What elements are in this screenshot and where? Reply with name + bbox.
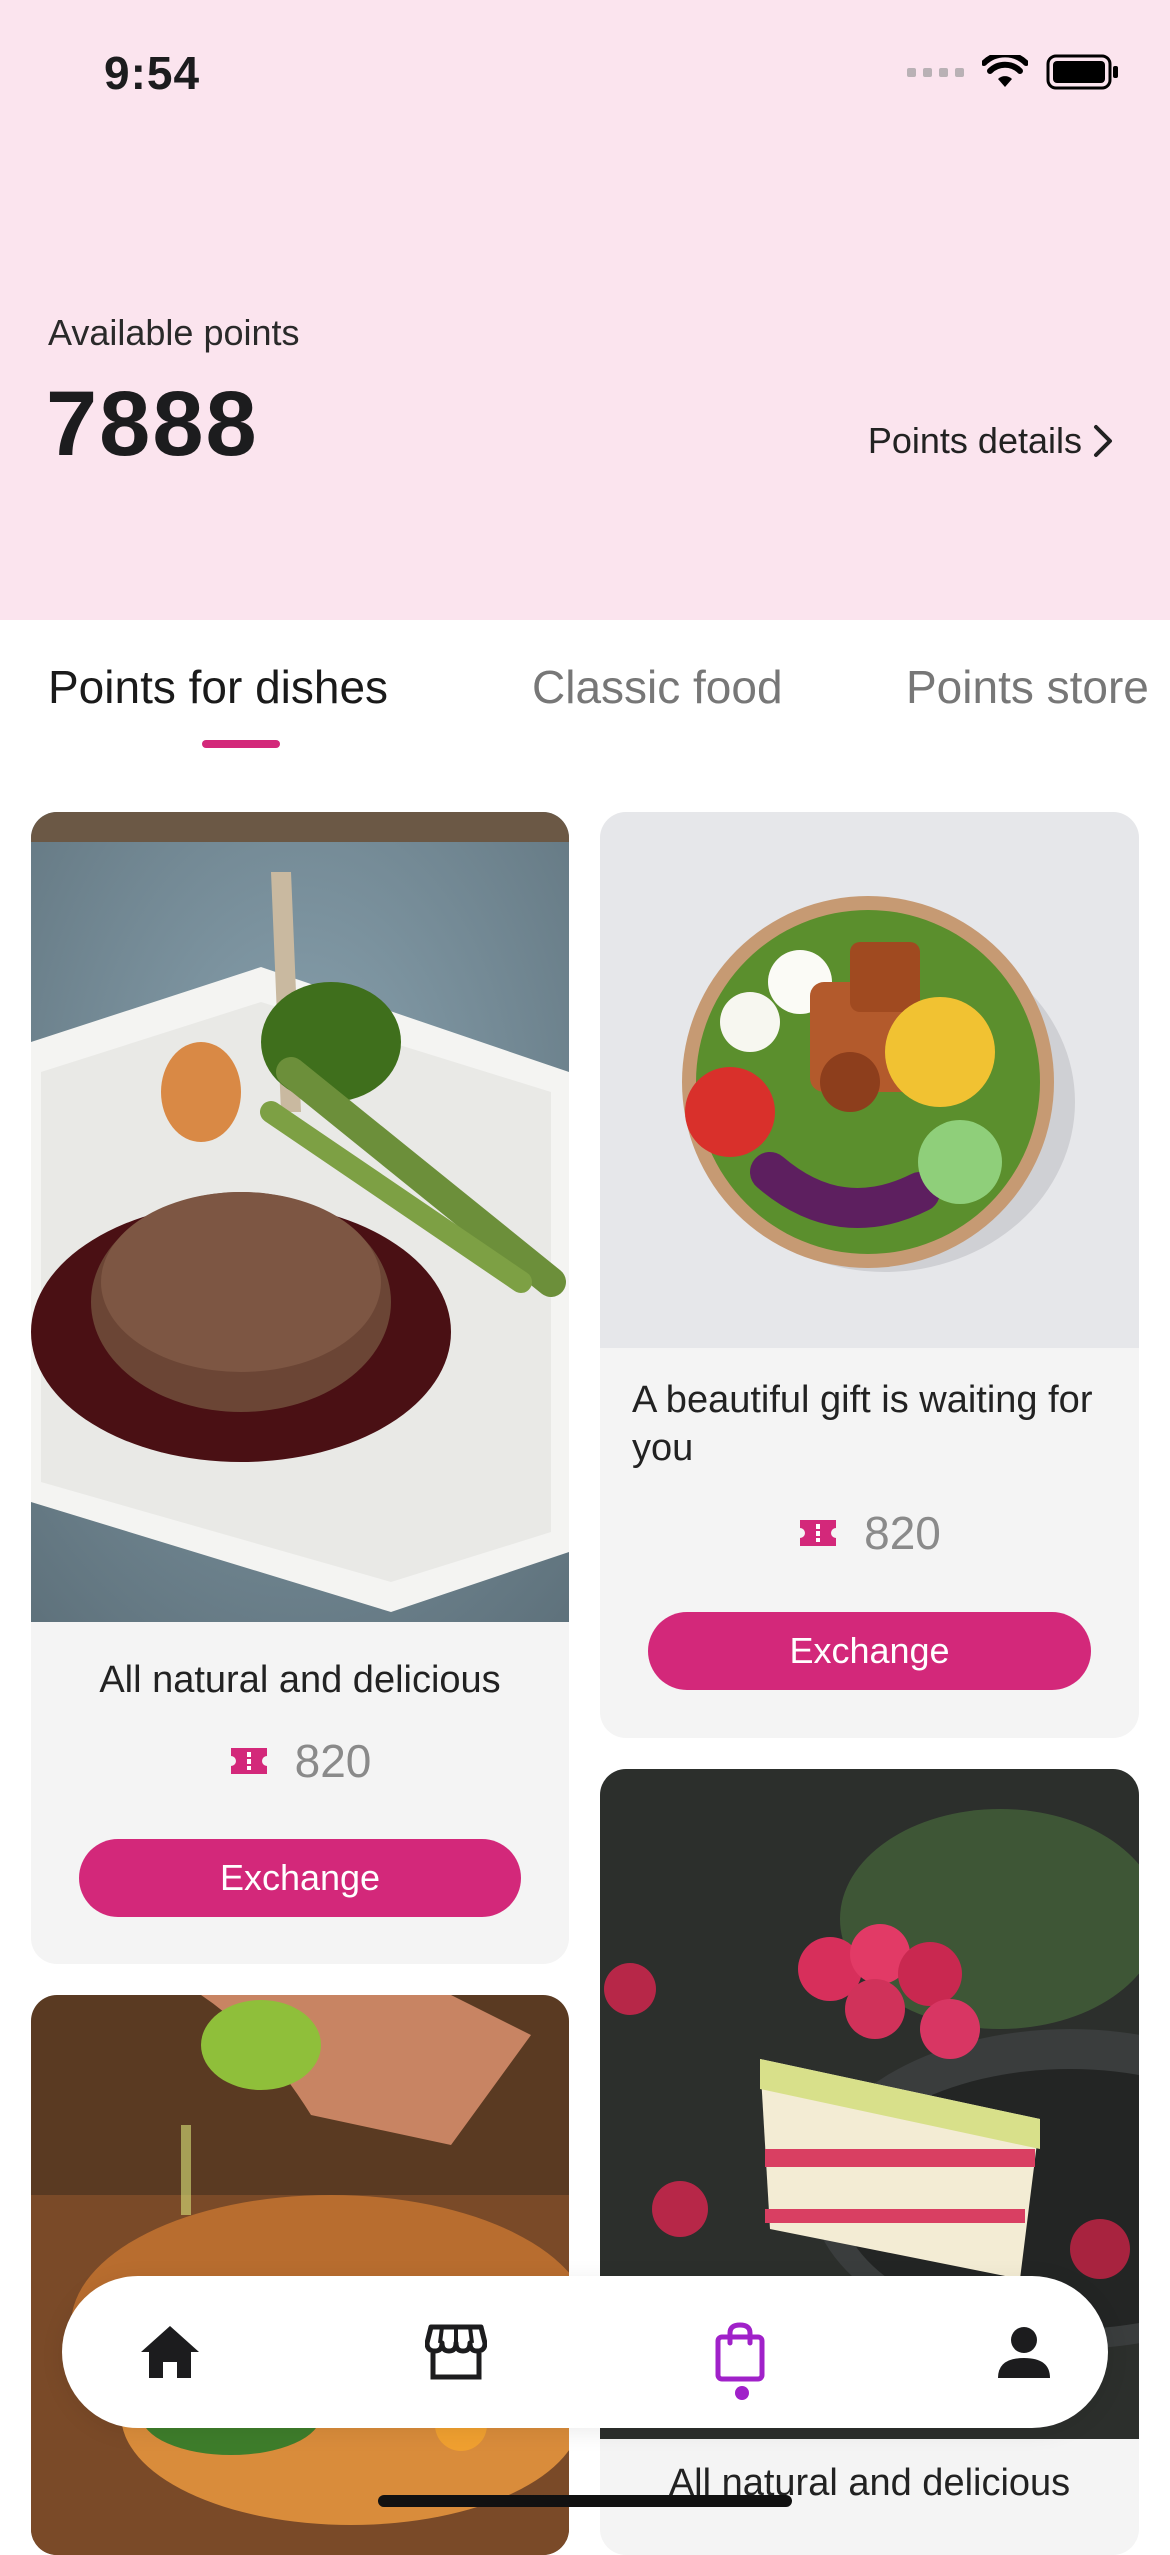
ticket-icon — [230, 1748, 267, 1774]
shopping-bag-icon — [715, 2322, 765, 2382]
product-card[interactable] — [31, 1995, 569, 2555]
product-card[interactable]: All natural and delicious — [600, 1769, 1139, 2555]
card-title: All natural and delicious — [99, 1659, 501, 1701]
salad-bowl-photo — [600, 812, 1139, 1348]
product-card[interactable]: A beautiful gift is waiting for you 820 … — [600, 812, 1139, 1738]
card-title: A beautiful gift is waiting for you — [632, 1379, 1093, 1469]
card-price: 820 — [600, 1506, 1139, 1560]
bottom-nav — [62, 2276, 1108, 2428]
exchange-button[interactable]: Exchange — [79, 1839, 521, 1917]
nav-shopping-bag[interactable] — [704, 2316, 776, 2388]
card-price: 820 — [31, 1734, 569, 1788]
card-points: 820 — [864, 1507, 941, 1559]
tab-classic-food[interactable]: Classic food — [532, 660, 783, 714]
wifi-icon — [982, 55, 1028, 87]
points-header: 9:54 Available points 7888 Points detail… — [0, 0, 1170, 620]
nav-profile[interactable] — [988, 2316, 1060, 2388]
status-icons — [907, 54, 1120, 90]
home-indicator[interactable] — [378, 2495, 792, 2507]
active-nav-indicator — [735, 2386, 749, 2400]
status-time: 9:54 — [104, 47, 201, 99]
points-value: 7888 — [46, 373, 259, 475]
exchange-button[interactable]: Exchange — [648, 1612, 1091, 1690]
tab-points-for-dishes[interactable]: Points for dishes — [48, 660, 388, 714]
tacos-photo — [31, 1995, 569, 2555]
chevron-right-icon — [1094, 425, 1112, 457]
tab-points-store[interactable]: Points store — [906, 660, 1149, 714]
profile-icon — [998, 2327, 1050, 2378]
active-tab-indicator — [202, 740, 280, 748]
nav-store[interactable] — [420, 2316, 492, 2388]
signal-icon — [907, 67, 964, 77]
home-icon — [141, 2326, 199, 2378]
nav-home[interactable] — [134, 2316, 206, 2388]
store-icon — [425, 2324, 487, 2380]
steak-photo — [31, 812, 569, 1622]
points-details-link[interactable]: Points details — [868, 420, 1114, 462]
battery-icon — [1046, 54, 1118, 90]
points-details-label: Points details — [867, 420, 1082, 461]
available-points-label: Available points — [48, 312, 300, 353]
card-points: 820 — [294, 1735, 372, 1787]
ticket-icon — [800, 1520, 837, 1546]
product-card[interactable]: All natural and delicious 820 Exchange — [31, 812, 569, 1964]
